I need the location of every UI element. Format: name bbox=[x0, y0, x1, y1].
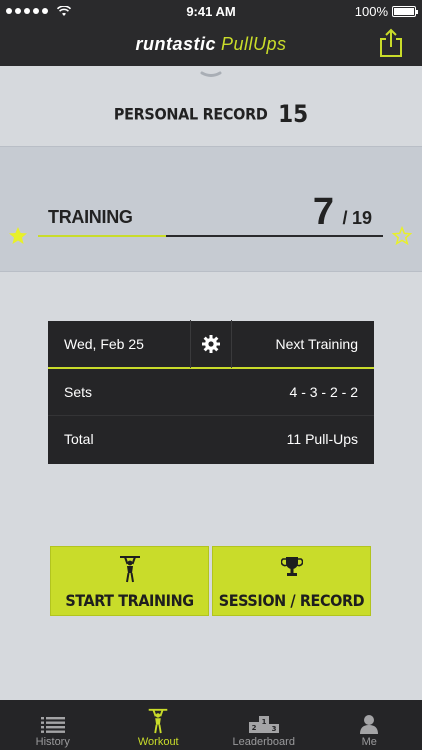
podium-icon: 2 1 3 bbox=[248, 716, 279, 733]
session-record-label: SESSION / RECORD bbox=[218, 591, 365, 610]
training-count: 7 / 19 bbox=[313, 191, 372, 234]
sets-label: Sets bbox=[64, 384, 93, 400]
next-training-header: Wed, Feb 25 Next Training bbox=[48, 320, 374, 369]
pullup-figure-icon bbox=[119, 556, 140, 583]
outline-star-icon bbox=[392, 226, 412, 246]
settings-button[interactable] bbox=[190, 320, 232, 368]
battery-percent: 100% bbox=[354, 3, 388, 19]
sets-value: 4 - 3 - 2 - 2 bbox=[289, 384, 358, 400]
tab-me-label: Me bbox=[361, 736, 377, 748]
training-label: TRAINING bbox=[48, 207, 133, 227]
signal-indicator bbox=[6, 5, 146, 17]
training-progress-panel[interactable]: TRAINING 7 / 19 bbox=[0, 146, 422, 272]
tab-history[interactable]: History bbox=[0, 700, 106, 750]
nav-bar: runtastic PullUps bbox=[0, 22, 422, 66]
filled-star-icon bbox=[9, 227, 27, 244]
next-training-panel: Wed, Feb 25 Next Training Sets 4 - 3 - 2… bbox=[48, 320, 374, 464]
trophy-icon bbox=[280, 557, 303, 576]
app-logo: runtastic PullUps bbox=[135, 34, 286, 55]
list-icon bbox=[40, 717, 65, 733]
personal-record-value: 15 bbox=[278, 100, 309, 128]
session-record-button[interactable]: SESSION / RECORD bbox=[212, 546, 371, 616]
training-date: Wed, Feb 25 bbox=[64, 336, 144, 352]
tab-leaderboard-label: Leaderboard bbox=[232, 736, 295, 748]
status-bar: 9:41 AM 100% bbox=[0, 0, 422, 22]
total-value: 11 Pull-Ups bbox=[286, 430, 358, 447]
tab-history-label: History bbox=[35, 736, 70, 748]
tab-workout-label: Workout bbox=[137, 736, 179, 748]
tab-workout[interactable]: Workout bbox=[106, 700, 212, 750]
gear-icon bbox=[202, 335, 220, 353]
training-progress-bar bbox=[38, 235, 383, 237]
svg-text:1: 1 bbox=[261, 718, 266, 726]
sets-row: Sets 4 - 3 - 2 - 2 bbox=[48, 369, 374, 415]
start-training-label: START TRAINING bbox=[65, 591, 194, 610]
chevron-down-icon[interactable] bbox=[200, 70, 222, 80]
svg-text:3: 3 bbox=[271, 725, 276, 733]
training-separator: / bbox=[342, 208, 348, 228]
pullup-figure-icon bbox=[148, 708, 168, 734]
personal-record: PERSONAL RECORD 15 bbox=[0, 100, 422, 128]
battery-icon bbox=[392, 5, 418, 17]
status-time: 9:41 AM bbox=[186, 3, 236, 19]
logo-product: PullUps bbox=[221, 33, 287, 54]
total-row: Total 11 Pull-Ups bbox=[48, 415, 374, 461]
training-progress-fill bbox=[38, 235, 166, 237]
next-training-label: Next Training bbox=[275, 336, 358, 352]
tab-me[interactable]: Me bbox=[317, 700, 422, 750]
tab-bar: History Workout 2 1 3 Leaderboard Me bbox=[0, 700, 422, 750]
training-current: 7 bbox=[312, 191, 335, 233]
share-icon[interactable] bbox=[378, 28, 404, 58]
tab-leaderboard[interactable]: 2 1 3 Leaderboard bbox=[211, 700, 317, 750]
start-training-button[interactable]: START TRAINING bbox=[50, 546, 209, 616]
logo-brand: runtastic bbox=[135, 33, 216, 54]
total-label: Total bbox=[64, 430, 94, 447]
svg-text:2: 2 bbox=[251, 724, 256, 732]
training-total: 19 bbox=[351, 208, 372, 228]
wifi-icon bbox=[57, 5, 71, 16]
personal-record-label: PERSONAL RECORD bbox=[113, 104, 268, 124]
person-icon bbox=[360, 715, 379, 734]
